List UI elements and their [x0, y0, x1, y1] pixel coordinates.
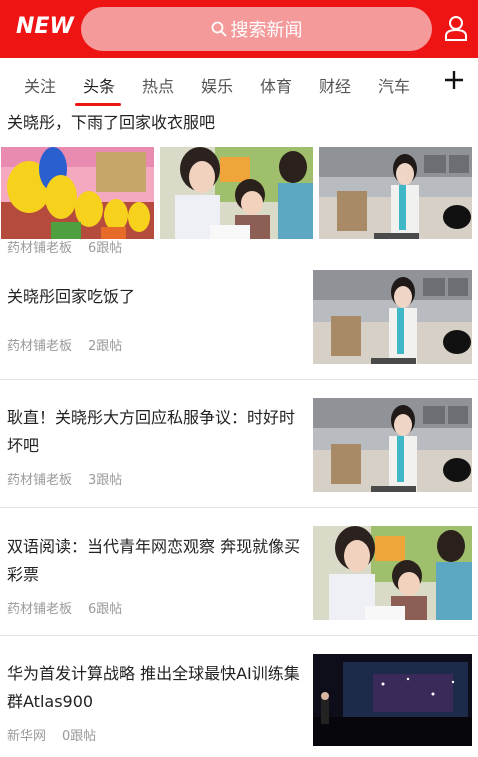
tab-guanzhu[interactable]: 关注: [24, 73, 56, 97]
divider: [0, 379, 478, 380]
news-source: 药材铺老板: [7, 241, 73, 256]
news-image-interview[interactable]: [313, 270, 472, 364]
news-image-study[interactable]: [160, 147, 313, 239]
news-image-study[interactable]: [313, 526, 472, 620]
news-replies[interactable]: 6跟帖: [88, 241, 122, 256]
news-title[interactable]: 关晓彤，下雨了回家收衣服吧: [7, 109, 215, 137]
news-meta: 药材铺老板 6跟帖: [7, 598, 122, 617]
user-icon[interactable]: [444, 15, 468, 41]
news-image-interview[interactable]: [319, 147, 472, 239]
tab-toutiao[interactable]: 头条: [83, 73, 115, 97]
divider: [0, 507, 478, 508]
news-image-interview[interactable]: [313, 398, 472, 492]
news-replies[interactable]: 0跟帖: [62, 729, 96, 744]
news-meta: 药材铺老板 2跟帖: [7, 335, 122, 354]
category-tabs: 关注 头条 热点 娱乐 体育 财经 汽车: [0, 58, 478, 108]
news-title[interactable]: 关晓彤回家吃饭了: [7, 283, 302, 311]
tab-qiche[interactable]: 汽车: [378, 73, 410, 97]
news-meta: 药材铺老板 6跟帖: [7, 237, 122, 256]
news-source: 药材铺老板: [7, 473, 73, 488]
app-logo[interactable]: NEW: [16, 14, 74, 39]
top-bar: NEW 搜索新闻: [0, 0, 478, 58]
search-icon: [211, 21, 226, 37]
news-source: 药材铺老板: [7, 339, 73, 354]
search-bar[interactable]: 搜索新闻: [81, 7, 432, 51]
news-replies[interactable]: 3跟帖: [88, 473, 122, 488]
news-source: 药材铺老板: [7, 602, 73, 617]
news-meta: 药材铺老板 3跟帖: [7, 469, 122, 488]
tab-redian[interactable]: 热点: [142, 73, 174, 97]
news-image-cartoon[interactable]: [1, 147, 154, 239]
news-replies[interactable]: 2跟帖: [88, 339, 122, 354]
news-title[interactable]: 双语阅读：当代青年网恋观察 奔现就像买彩票: [7, 533, 302, 589]
news-replies[interactable]: 6跟帖: [88, 602, 122, 617]
divider: [0, 635, 478, 636]
news-image-stage[interactable]: [313, 654, 472, 746]
news-title[interactable]: 耿直！关晓彤大方回应私服争议：时好时坏吧: [7, 404, 302, 460]
news-source: 新华网: [7, 729, 47, 744]
tab-yule[interactable]: 娱乐: [201, 73, 233, 97]
search-placeholder: 搜索新闻: [230, 20, 303, 41]
tab-caijing[interactable]: 财经: [319, 73, 351, 97]
news-meta: 新华网 0跟帖: [7, 725, 96, 744]
news-title[interactable]: 华为首发计算战略 推出全球最快AI训练集群Atlas900: [7, 660, 302, 716]
active-tab-indicator: [75, 103, 121, 106]
tab-tiyu[interactable]: 体育: [260, 73, 292, 97]
add-channel-icon[interactable]: [442, 68, 466, 92]
